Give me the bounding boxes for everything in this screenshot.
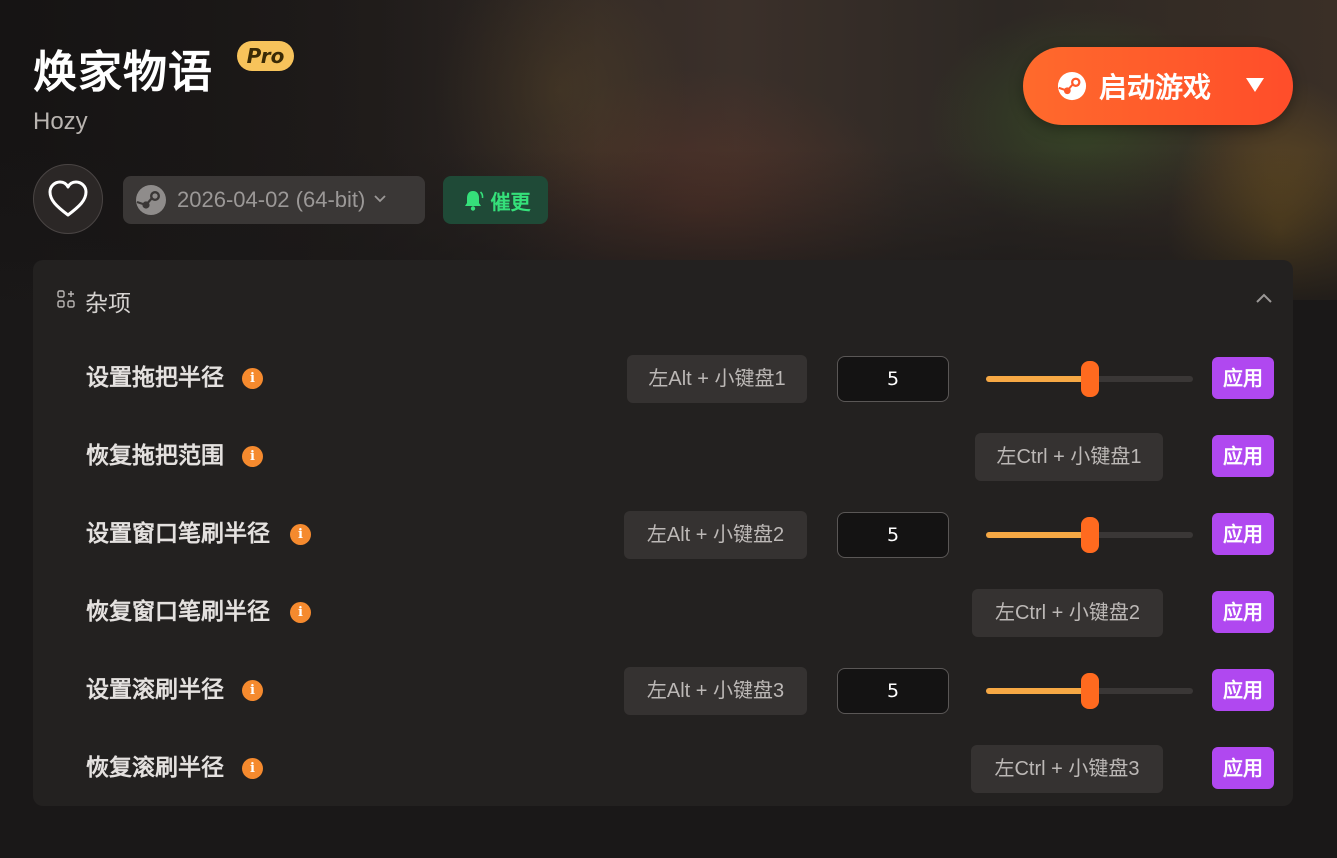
launch-game-label: 启动游戏 [1099, 71, 1212, 104]
version-label: 2026-04-02 (64-bit) [177, 187, 366, 212]
misc-panel: 杂项 设置拖把半径 i 左Alt + 小键盘1 5 应用 恢复拖把范围 i 左C… [33, 260, 1293, 806]
bell-icon [464, 191, 483, 211]
setting-label: 恢复窗口笔刷半径 [86, 599, 270, 625]
remind-update-label: 催更 [490, 189, 531, 214]
info-icon[interactable]: i [290, 524, 311, 545]
hotkey-badge[interactable]: 左Alt + 小键盘3 [624, 667, 807, 715]
info-icon[interactable]: i [242, 758, 263, 779]
setting-row: 设置窗口笔刷半径 i 左Alt + 小键盘2 5 应用 [33, 495, 1293, 573]
setting-row: 恢复拖把范围 i 左Ctrl + 小键盘1 应用 [33, 417, 1293, 495]
apply-button[interactable]: 应用 [1212, 669, 1274, 711]
hotkey-badge[interactable]: 左Alt + 小键盘1 [627, 355, 807, 403]
value-slider[interactable] [986, 669, 1193, 713]
heart-icon [48, 180, 88, 217]
triangle-down-icon[interactable] [1245, 77, 1265, 93]
slider-fill [986, 376, 1090, 382]
hotkey-badge[interactable]: 左Ctrl + 小键盘1 [975, 433, 1163, 481]
apply-button[interactable]: 应用 [1212, 513, 1274, 555]
chevron-up-icon[interactable] [1255, 292, 1273, 304]
value-slider[interactable] [986, 513, 1193, 557]
remind-update-button[interactable]: 催更 [443, 176, 548, 224]
value-input[interactable]: 5 [837, 668, 949, 714]
steam-icon [1057, 71, 1087, 101]
slider-thumb[interactable] [1081, 673, 1099, 709]
hotkey-badge[interactable]: 左Ctrl + 小键盘2 [972, 589, 1163, 637]
setting-row: 恢复滚刷半径 i 左Ctrl + 小键盘3 应用 [33, 729, 1293, 807]
favorite-button[interactable] [33, 164, 103, 234]
value-input[interactable]: 5 [837, 356, 949, 402]
version-select[interactable]: 2026-04-02 (64-bit) [123, 176, 425, 224]
panel-title: 杂项 [85, 291, 131, 317]
slider-fill [986, 688, 1090, 694]
info-icon[interactable]: i [242, 368, 263, 389]
setting-label: 设置滚刷半径 [86, 677, 224, 703]
setting-row: 设置拖把半径 i 左Alt + 小键盘1 5 应用 [33, 339, 1293, 417]
setting-label: 恢复滚刷半径 [86, 755, 224, 781]
apply-button[interactable]: 应用 [1212, 357, 1274, 399]
slider-thumb[interactable] [1081, 517, 1099, 553]
steam-icon [136, 185, 166, 215]
value-slider[interactable] [986, 357, 1193, 401]
setting-label: 设置窗口笔刷半径 [86, 521, 270, 547]
info-icon[interactable]: i [242, 680, 263, 701]
setting-label: 恢复拖把范围 [86, 443, 224, 469]
value-input[interactable]: 5 [837, 512, 949, 558]
apply-button[interactable]: 应用 [1212, 591, 1274, 633]
hotkey-badge[interactable]: 左Alt + 小键盘2 [624, 511, 807, 559]
slider-fill [986, 532, 1090, 538]
launch-game-button[interactable]: 启动游戏 [1023, 47, 1293, 125]
info-icon[interactable]: i [242, 446, 263, 467]
setting-row: 设置滚刷半径 i 左Alt + 小键盘3 5 应用 [33, 651, 1293, 729]
apply-button[interactable]: 应用 [1212, 747, 1274, 789]
game-subtitle: Hozy [33, 108, 88, 135]
setting-row: 恢复窗口笔刷半径 i 左Ctrl + 小键盘2 应用 [33, 573, 1293, 651]
game-title: 焕家物语 [33, 47, 213, 98]
pro-badge: Pro [237, 41, 294, 71]
chevron-down-icon [373, 192, 387, 208]
setting-label: 设置拖把半径 [86, 365, 224, 391]
slider-thumb[interactable] [1081, 361, 1099, 397]
apps-grid-icon [57, 290, 75, 308]
apply-button[interactable]: 应用 [1212, 435, 1274, 477]
info-icon[interactable]: i [290, 602, 311, 623]
panel-header[interactable]: 杂项 [33, 260, 1293, 336]
hotkey-badge[interactable]: 左Ctrl + 小键盘3 [971, 745, 1163, 793]
